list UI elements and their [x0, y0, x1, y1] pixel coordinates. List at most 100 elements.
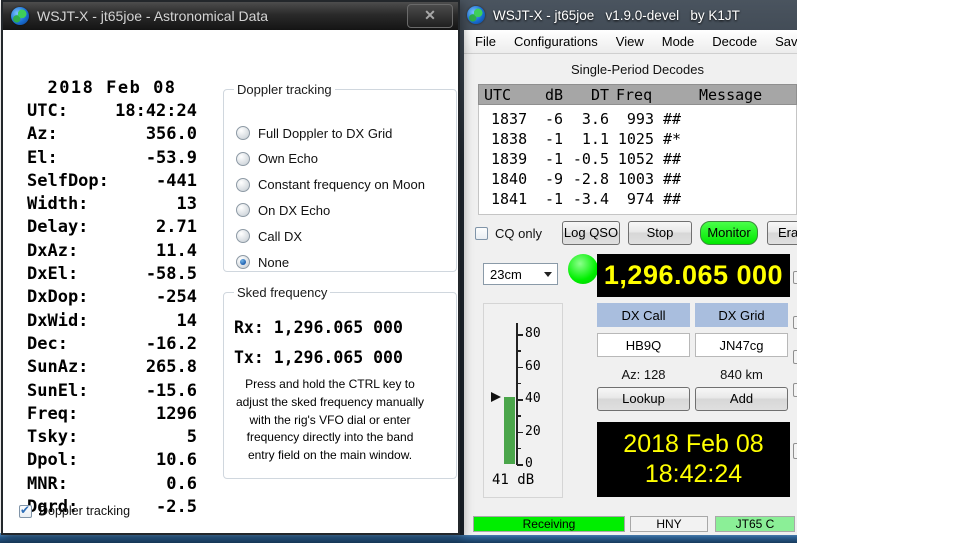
lookup-button[interactable]: Lookup	[597, 387, 690, 411]
signal-meter: 41 dB 806040200	[483, 303, 563, 498]
radio-button-icon[interactable]	[236, 126, 250, 140]
stop-button[interactable]: Stop	[628, 221, 692, 245]
astro-data-row: Dec:-16.2	[27, 333, 197, 356]
astro-row-value: 2.71	[156, 216, 197, 239]
add-button[interactable]: Add	[695, 387, 788, 411]
astro-row-label: Dpol:	[27, 449, 78, 472]
decode-cell: -1	[531, 129, 563, 149]
band-select[interactable]: 23cm	[483, 263, 558, 285]
erase-button[interactable]: Erase	[767, 221, 797, 245]
meter-minor-tick	[517, 415, 521, 417]
monitor-button[interactable]: Monitor	[700, 221, 758, 245]
menu-configurations[interactable]: Configurations	[505, 31, 607, 52]
radio-button-icon[interactable]	[236, 255, 250, 269]
doppler-tracking-checkbox-row[interactable]: Doppler tracking	[19, 504, 130, 518]
doppler-option-on-dx-echo[interactable]: On DX Echo	[236, 202, 330, 218]
decode-cell: 1837	[479, 109, 531, 129]
status-message: HNY	[630, 516, 708, 532]
astro-row-label: DxAz:	[27, 240, 78, 263]
decode-row[interactable]: 1841-1-3.4974##	[479, 189, 796, 209]
decode-cell: ##	[654, 169, 681, 189]
meter-tick	[517, 432, 523, 434]
astro-data-row: SelfDop: -441	[27, 170, 197, 193]
meter-axis	[516, 323, 518, 465]
astro-row-value: -2.5	[156, 496, 197, 519]
wsjtx-globe-icon	[11, 7, 29, 25]
status-mode: JT65 C	[715, 516, 795, 532]
meter-tick	[517, 399, 523, 401]
menu-file[interactable]: File	[466, 31, 505, 52]
radio-button-icon[interactable]	[236, 229, 250, 243]
decode-cell: ##	[654, 189, 681, 209]
radio-label: On DX Echo	[258, 203, 330, 218]
cq-only-label: CQ only	[495, 226, 542, 241]
dx-call-input[interactable]	[597, 333, 690, 357]
astro-row-value: 13	[177, 193, 197, 216]
radio-button-icon[interactable]	[236, 152, 250, 166]
astro-data-row: DxDop:-254	[27, 286, 197, 309]
decode-cell: -1	[531, 149, 563, 169]
astro-row-value: -15.6	[146, 380, 197, 403]
menu-mode[interactable]: Mode	[653, 31, 704, 52]
astro-row-value: 11.4	[156, 240, 197, 263]
decode-cell: -3.4	[563, 189, 609, 209]
meter-pointer-icon	[491, 392, 501, 402]
astro-row-label: SunAz:	[27, 356, 88, 379]
menu-decode[interactable]: Decode	[703, 31, 766, 52]
decode-table[interactable]: 1837-63.6993##1838-11.11025#*1839-1-0.51…	[478, 105, 797, 215]
astro-row-label: MNR:	[27, 473, 68, 496]
log-qso-button[interactable]: Log QSO	[562, 221, 620, 245]
astro-row-value: 14	[177, 310, 197, 333]
doppler-option-constant-frequency-on-moon[interactable]: Constant frequency on Moon	[236, 177, 425, 193]
astro-row-label: Freq:	[27, 403, 78, 426]
astro-row-value: 10.6	[156, 449, 197, 472]
menu-view[interactable]: View	[607, 31, 653, 52]
astro-data-row: Tsky: 5	[27, 426, 197, 449]
cq-only-checkbox[interactable]	[475, 227, 488, 240]
decode-row[interactable]: 1840-9-2.81003##	[479, 169, 796, 189]
meter-minor-tick	[517, 448, 521, 450]
decode-row[interactable]: 1837-63.6993##	[479, 109, 796, 129]
astro-row-value: -441	[156, 170, 197, 193]
main-title-bar[interactable]: WSJT-X - jt65joe v1.9.0-devel by K1JT	[458, 0, 797, 30]
decode-col-utc: UTC	[479, 86, 531, 104]
decode-row[interactable]: 1838-11.11025#*	[479, 129, 796, 149]
doppler-option-none[interactable]: None	[236, 254, 289, 270]
clock-time: 18:42:24	[645, 460, 742, 489]
astro-data-row: MNR: 0.6	[27, 473, 197, 496]
astronomical-data-window: WSJT-X - jt65joe - Astronomical Data ✕ 2…	[1, 0, 460, 535]
decode-cell: -6	[531, 109, 563, 129]
astro-row-value: 0.6	[166, 473, 197, 496]
radio-button-icon[interactable]	[236, 178, 250, 192]
wsjtx-globe-icon	[467, 6, 485, 24]
astro-date: 2018 Feb 08	[27, 76, 197, 100]
radio-label: Full Doppler to DX Grid	[258, 126, 392, 141]
doppler-option-own-echo[interactable]: Own Echo	[236, 151, 318, 167]
cq-only-row[interactable]: CQ only	[475, 226, 542, 241]
astro-row-label: DxWid:	[27, 310, 88, 333]
decode-cell: 993	[609, 109, 654, 129]
astro-row-label: SelfDop:	[27, 170, 109, 193]
astro-title-bar[interactable]: WSJT-X - jt65joe - Astronomical Data ✕	[3, 2, 458, 30]
doppler-option-full-doppler-to-dx-grid[interactable]: Full Doppler to DX Grid	[236, 125, 392, 141]
radio-button-icon[interactable]	[236, 203, 250, 217]
main-window-title: WSJT-X - jt65joe v1.9.0-devel by K1JT	[493, 8, 740, 23]
menu-save[interactable]: Save	[766, 31, 797, 52]
doppler-option-call-dx[interactable]: Call DX	[236, 228, 302, 244]
meter-value: 41 dB	[492, 472, 534, 488]
dx-grid-input[interactable]	[695, 333, 788, 357]
meter-tick	[517, 464, 523, 466]
clipped-control-fragment	[793, 443, 797, 459]
doppler-tracking-checkbox[interactable]	[19, 505, 32, 518]
astro-row-value: 5	[187, 426, 197, 449]
decode-row[interactable]: 1839-1-0.51052##	[479, 149, 796, 169]
astro-data-row: DxAz: 11.4	[27, 240, 197, 263]
meter-tick	[517, 334, 523, 336]
close-button[interactable]: ✕	[407, 4, 453, 28]
dx-distance-label: 840 km	[695, 367, 788, 382]
dx-azimuth-label: Az: 128	[597, 367, 690, 382]
astro-row-label: Tsky:	[27, 426, 78, 449]
chevron-down-icon	[544, 272, 552, 277]
astro-row-value: 18:42:24	[115, 100, 197, 123]
clock-display: 2018 Feb 08 18:42:24	[597, 422, 790, 497]
